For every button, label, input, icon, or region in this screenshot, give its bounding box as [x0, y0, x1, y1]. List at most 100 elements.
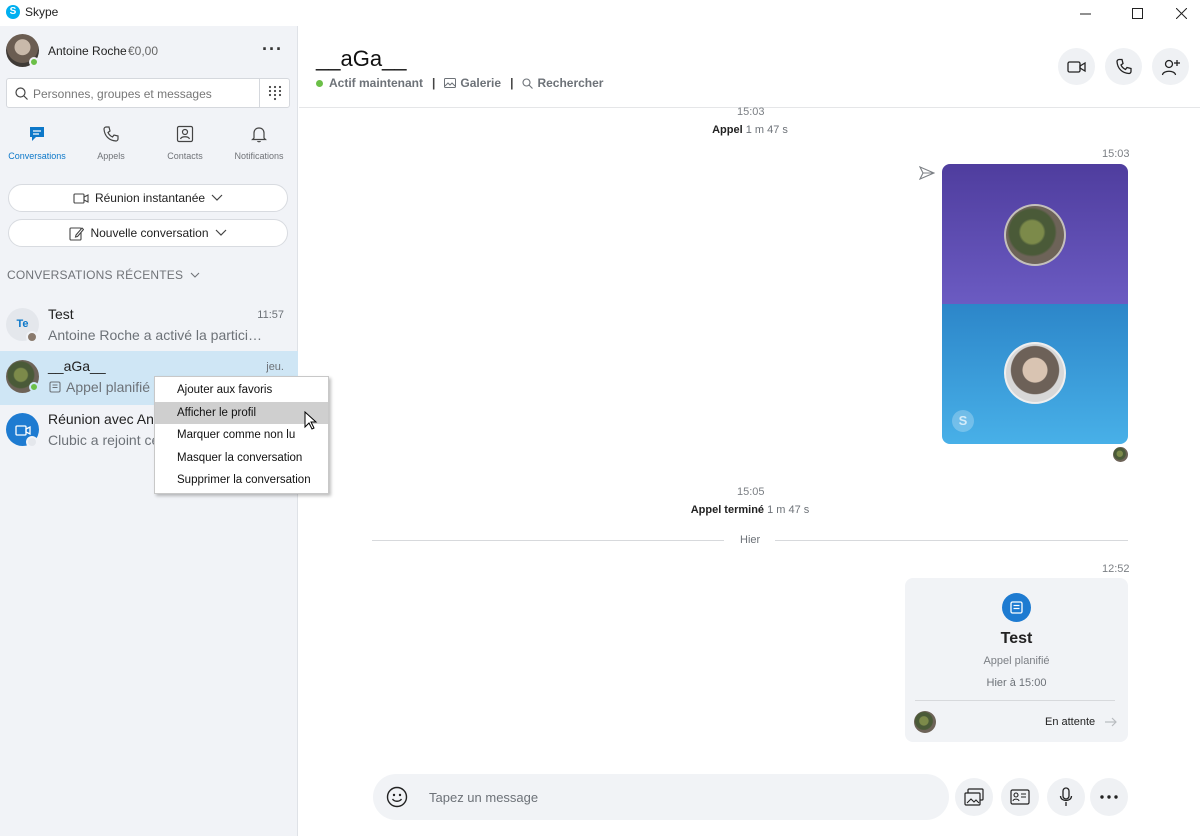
menu-item-mark-unread[interactable]: Marquer comme non lu [155, 424, 328, 447]
scheduled-call-icon [1002, 593, 1031, 622]
tab-label: Conversations [8, 151, 66, 161]
more-options-icon[interactable]: ··· [262, 40, 283, 58]
separator: | [510, 76, 514, 90]
tab-calls[interactable]: Appels [74, 124, 148, 166]
emoji-icon[interactable] [386, 786, 408, 808]
card-when: Hier à 15:00 [986, 677, 1047, 689]
phone-icon [103, 126, 119, 142]
attendee-avatar [914, 711, 936, 733]
menu-item-hide-conversation[interactable]: Masquer la conversation [155, 447, 328, 470]
menu-item-delete-conversation[interactable]: Supprimer la conversation [155, 469, 328, 492]
skype-logo-icon: S [6, 5, 20, 19]
call-info: Appel 1 m 47 s [600, 124, 900, 136]
arrow-right-icon [1105, 717, 1117, 727]
video-camera-icon [1066, 60, 1086, 73]
skype-watermark-icon: S [952, 410, 974, 432]
minimize-icon [1079, 13, 1091, 14]
message-time: 15:03 [737, 106, 765, 118]
day-divider-label: Hier [740, 534, 761, 546]
app-name: Skype [25, 5, 59, 19]
conversation-name: __aGa__ [48, 358, 106, 374]
find-link[interactable]: Rechercher [522, 76, 603, 90]
call-label: Appel [712, 124, 743, 136]
phone-icon [1116, 58, 1132, 75]
minimize-button[interactable] [1062, 0, 1108, 26]
send-contact-button[interactable] [1001, 778, 1039, 816]
participant-avatar [26, 436, 38, 448]
recent-conversations-title: CONVERSATIONS RÉCENTES [7, 268, 184, 282]
message-time: 15:03 [1102, 148, 1130, 160]
message-time: 12:52 [1102, 563, 1130, 575]
menu-item-view-profile[interactable]: Afficher le profil [155, 401, 328, 424]
menu-item-add-favorite[interactable]: Ajouter aux favoris [155, 379, 328, 402]
tab-label: Notifications [234, 151, 284, 161]
card-subtitle: Appel planifié [983, 655, 1050, 667]
audio-call-button[interactable] [1105, 48, 1142, 85]
gallery-icon [444, 78, 457, 88]
chat-header: __aGa__ Actif maintenant | Galerie | Rec… [299, 26, 1200, 108]
message-input[interactable] [429, 787, 909, 807]
video-meeting-icon [73, 193, 89, 204]
more-actions-button[interactable] [1090, 778, 1128, 816]
preview-text: Appel planifié [66, 379, 151, 395]
dialpad-button[interactable] [259, 79, 289, 107]
search-box[interactable] [6, 78, 290, 108]
search-input[interactable] [33, 84, 253, 104]
compose-icon [69, 226, 85, 241]
conversation-time: 11:57 [257, 309, 284, 321]
find-label: Rechercher [537, 76, 604, 90]
contact-card-icon [1010, 789, 1030, 805]
title-bar: S Skype [0, 0, 1200, 26]
presence-online-icon [316, 79, 323, 87]
conversation-name: Test [48, 306, 74, 322]
profile-name[interactable]: Antoine Roche [48, 44, 127, 58]
more-icon [1100, 795, 1118, 799]
card-status: En attente [1045, 716, 1096, 728]
chevron-down-icon [215, 229, 226, 236]
video-meeting-icon [14, 424, 31, 436]
presence-online-icon [29, 57, 39, 67]
add-people-button[interactable] [1152, 48, 1189, 85]
close-button[interactable] [1158, 0, 1200, 26]
call-duration: 1 m 47 s [767, 504, 810, 516]
profile-credit[interactable]: €0,00 [128, 44, 158, 58]
gallery-label: Galerie [460, 76, 502, 90]
card-divider [915, 700, 1115, 701]
day-divider-line [775, 540, 1128, 541]
message-time: 15:05 [737, 486, 765, 498]
microphone-icon [1059, 787, 1073, 806]
send-media-button[interactable] [955, 778, 993, 816]
maximize-button[interactable] [1114, 0, 1160, 26]
conversation-item[interactable]: Te Test 11:57 Antoine Roche a activé la … [0, 299, 298, 353]
call-duration: 1 m 47 s [745, 124, 788, 136]
tab-contacts[interactable]: Contacts [148, 124, 222, 166]
nav-tabs: Conversations Appels Contacts Notificati… [0, 124, 298, 166]
tab-notifications[interactable]: Notifications [222, 124, 296, 166]
search-icon [522, 77, 534, 89]
read-receipt-avatar [1113, 447, 1128, 462]
chevron-down-icon [190, 272, 200, 278]
mouse-cursor-icon [304, 411, 318, 430]
tab-label: Contacts [167, 151, 203, 161]
meet-now-button[interactable]: Réunion instantanée [8, 184, 288, 212]
contacts-icon [176, 125, 194, 143]
video-call-button[interactable] [1058, 48, 1095, 85]
new-chat-button[interactable]: Nouvelle conversation [8, 219, 288, 247]
tab-label: Appels [97, 151, 125, 161]
scheduled-call-card[interactable]: Test Appel planifié Hier à 15:00 En atte… [905, 578, 1128, 742]
separator: | [432, 76, 436, 90]
bell-icon [251, 127, 267, 143]
chat-subheader: Actif maintenant | Galerie | Rechercher [316, 76, 603, 90]
call-video-card[interactable]: S [942, 164, 1128, 444]
tab-conversations[interactable]: Conversations [0, 124, 74, 166]
voice-message-button[interactable] [1047, 778, 1085, 816]
search-icon [15, 87, 28, 100]
new-chat-label: Nouvelle conversation [90, 226, 209, 240]
recent-conversations-header[interactable]: CONVERSATIONS RÉCENTES [7, 268, 200, 282]
media-gallery-icon [964, 788, 984, 806]
gallery-link[interactable]: Galerie [444, 76, 501, 90]
scheduled-call-icon [49, 381, 61, 393]
presence-online-icon [29, 382, 39, 392]
meet-now-label: Réunion instantanée [94, 191, 206, 205]
chat-title[interactable]: __aGa__ [316, 46, 407, 72]
